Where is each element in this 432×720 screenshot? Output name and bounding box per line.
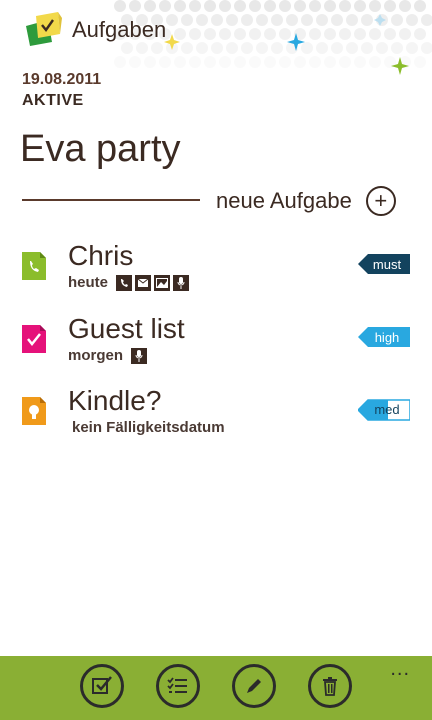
- task-due: heute: [68, 274, 109, 291]
- plus-icon: +: [365, 186, 396, 216]
- new-task-label: neue Aufgabe: [216, 188, 352, 213]
- checkmark-icon: [22, 325, 46, 353]
- priority-label: must: [372, 256, 402, 272]
- list-title: Eva party: [20, 128, 181, 170]
- priority-label: high: [374, 329, 400, 345]
- delete-icon[interactable]: [308, 664, 352, 708]
- task-due: kein Fälligkeitsdatum: [72, 419, 225, 436]
- list-icon[interactable]: [156, 664, 200, 708]
- priority-badge: must: [358, 254, 410, 274]
- lightbulb-icon: [22, 397, 46, 425]
- image-icon: [154, 274, 171, 291]
- task-item[interactable]: Chris heute must: [22, 240, 410, 302]
- task-title: Kindle?: [68, 385, 162, 416]
- mail-icon: [135, 274, 152, 291]
- phone-icon: [116, 274, 133, 291]
- microphone-icon: [173, 274, 190, 291]
- filter-label: AKTIVE: [22, 92, 84, 109]
- new-task-button[interactable]: neue Aufgabe +: [216, 186, 396, 216]
- current-date: 19.08.2011: [22, 71, 102, 88]
- task-item[interactable]: Kindle? kein Fälligkeitsdatum med: [22, 385, 411, 447]
- task-item[interactable]: Guest list morgen high: [22, 313, 410, 375]
- app-header: Aufgaben: [22, 8, 166, 52]
- edit-icon[interactable]: [232, 664, 276, 708]
- priority-label: med: [374, 401, 400, 417]
- priority-badge: med: [356, 399, 411, 421]
- more-button[interactable]: ...: [390, 658, 410, 681]
- task-due: morgen: [68, 347, 124, 364]
- divider: [22, 199, 200, 201]
- microphone-icon: [131, 347, 148, 364]
- app-logo-icon: [22, 8, 66, 53]
- priority-badge: high: [358, 327, 410, 347]
- task-title: Chris: [68, 240, 134, 271]
- app-bar: ...: [0, 656, 432, 720]
- check-icon[interactable]: [80, 664, 124, 708]
- task-title: Guest list: [68, 313, 185, 344]
- app-title: Aufgaben: [72, 17, 167, 42]
- phone-icon: [22, 252, 46, 280]
